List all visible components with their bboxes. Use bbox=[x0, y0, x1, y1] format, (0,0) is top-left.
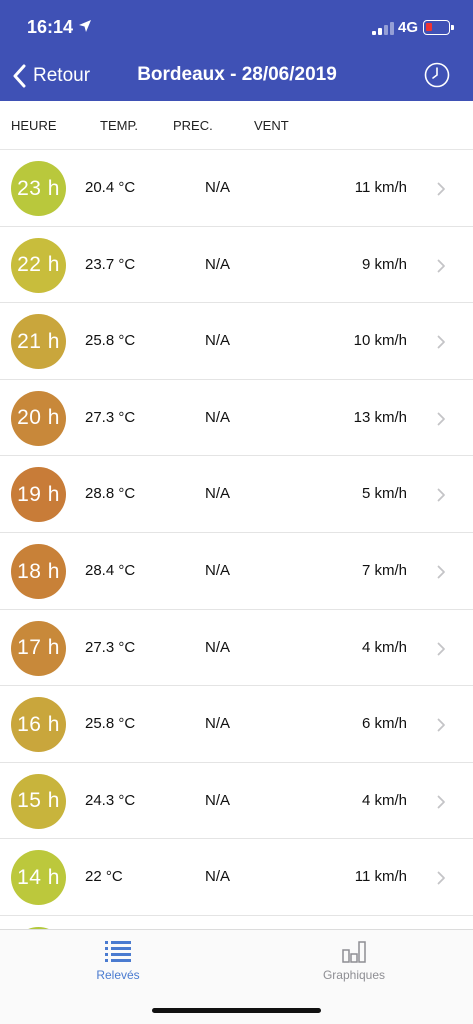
precipitation-value: N/A bbox=[205, 715, 231, 733]
chevron-right-icon bbox=[437, 335, 445, 349]
temperature-value: 28.4 °C bbox=[85, 562, 136, 579]
temperature-value: 28.8 °C bbox=[85, 485, 136, 503]
reading-row[interactable]: 17 h 27.3 °C N/A 4 km/h bbox=[0, 610, 473, 687]
chevron-right-icon bbox=[437, 565, 445, 579]
wind-value: 6 km/h bbox=[361, 715, 407, 733]
hour-badge: 22 h bbox=[11, 237, 66, 293]
wind-value: 11 km/h bbox=[354, 868, 407, 886]
temperature-value: 25.8 °C bbox=[85, 715, 136, 733]
home-indicator bbox=[152, 1008, 321, 1013]
wind-value: 13 km/h bbox=[353, 408, 407, 426]
reading-row[interactable]: 15 h 24.3 °C N/A 4 km/h bbox=[0, 763, 473, 840]
temperature-value: 22 °C bbox=[85, 868, 123, 886]
hour-badge: 23 h bbox=[11, 161, 66, 216]
hour-badge: 19 h bbox=[11, 467, 66, 523]
precipitation-value: N/A bbox=[205, 638, 231, 656]
temperature-value: 20.4 °C bbox=[85, 179, 136, 196]
precipitation-value: N/A bbox=[205, 485, 231, 503]
hour-badge: 16 h bbox=[11, 697, 66, 753]
back-button[interactable]: Retour bbox=[12, 62, 90, 90]
status-time: 16:14 bbox=[27, 17, 74, 37]
status-bar: 16:14 4G bbox=[0, 0, 473, 50]
wind-value: 7 km/h bbox=[361, 562, 407, 579]
chevron-right-icon bbox=[437, 259, 445, 272]
tab-graphiques-label: Graphiques bbox=[322, 968, 386, 982]
page-title: Bordeaux - 28/06/2019 bbox=[137, 64, 337, 85]
readings-list[interactable]: 23 h 20.4 °C N/A 11 km/h 22 h 23.7 °C N/A 9 km/… bbox=[0, 149, 473, 929]
tab-releves[interactable]: Relevés bbox=[48, 938, 188, 982]
chevron-right-icon bbox=[437, 871, 445, 885]
temperature-value: 27.3 °C bbox=[85, 638, 136, 656]
wind-value: 4 km/h bbox=[361, 638, 407, 656]
hour-badge: 15 h bbox=[11, 773, 66, 829]
reading-row[interactable]: 23 h 20.4 °C N/A 11 km/h bbox=[0, 150, 473, 227]
wind-value: 11 km/h bbox=[354, 179, 407, 196]
chevron-right-icon bbox=[437, 488, 445, 502]
network-type: 4G bbox=[398, 19, 419, 36]
precipitation-value: N/A bbox=[205, 868, 231, 886]
hour-badge: 21 h bbox=[11, 314, 66, 370]
temperature-value: 24.3 °C bbox=[85, 791, 136, 809]
signal-icon bbox=[372, 21, 394, 35]
battery-icon bbox=[423, 20, 454, 35]
chevron-right-icon bbox=[437, 718, 445, 732]
column-header-wind: VENT bbox=[254, 118, 289, 133]
clock-icon[interactable] bbox=[424, 62, 450, 88]
wind-value: 9 km/h bbox=[361, 255, 407, 273]
hour-badge: 17 h bbox=[11, 620, 66, 676]
hour-badge: 18 h bbox=[11, 544, 66, 599]
column-header-prec: PREC. bbox=[173, 118, 213, 133]
tab-graphiques[interactable]: Graphiques bbox=[284, 938, 424, 982]
precipitation-value: N/A bbox=[205, 791, 231, 809]
location-arrow-icon bbox=[79, 20, 91, 32]
chevron-right-icon bbox=[437, 795, 445, 809]
temperature-value: 23.7 °C bbox=[85, 255, 136, 273]
reading-row[interactable]: 18 h 28.4 °C N/A 7 km/h bbox=[0, 533, 473, 610]
precipitation-value: N/A bbox=[205, 332, 231, 350]
app-header: 16:14 4G Retour Bordeaux - 28/06/2019 bbox=[0, 0, 473, 101]
wind-value: 10 km/h bbox=[353, 332, 407, 350]
temperature-value: 27.3 °C bbox=[85, 408, 136, 426]
hour-badge: 14 h bbox=[11, 850, 66, 906]
hour-badge: 20 h bbox=[11, 390, 66, 446]
reading-row[interactable]: 21 h 25.8 °C N/A 10 km/h bbox=[0, 303, 473, 380]
column-header-hour: HEURE bbox=[11, 118, 57, 133]
reading-row[interactable]: 22 h 23.7 °C N/A 9 km/h bbox=[0, 227, 473, 304]
column-headers: HEURE TEMP. PREC. VENT bbox=[0, 101, 473, 149]
reading-row[interactable] bbox=[0, 916, 473, 929]
reading-row[interactable]: 16 h 25.8 °C N/A 6 km/h bbox=[0, 686, 473, 763]
temperature-value: 25.8 °C bbox=[85, 332, 136, 350]
wind-value: 5 km/h bbox=[361, 485, 407, 503]
precipitation-value: N/A bbox=[205, 408, 231, 426]
precipitation-value: N/A bbox=[205, 179, 231, 196]
chevron-left-icon bbox=[13, 64, 26, 88]
wind-value: 4 km/h bbox=[361, 791, 407, 809]
navigation-bar: Retour Bordeaux - 28/06/2019 bbox=[0, 50, 473, 101]
chevron-right-icon bbox=[437, 642, 445, 655]
tab-releves-label: Relevés bbox=[96, 968, 140, 982]
back-label: Retour bbox=[33, 65, 91, 86]
bar-chart-icon bbox=[342, 941, 366, 963]
reading-row[interactable]: 19 h 28.8 °C N/A 5 km/h bbox=[0, 456, 473, 533]
precipitation-value: N/A bbox=[205, 562, 231, 579]
precipitation-value: N/A bbox=[205, 255, 231, 273]
list-icon bbox=[105, 941, 131, 962]
column-header-temp: TEMP. bbox=[100, 118, 139, 133]
reading-row[interactable]: 14 h 22 °C N/A 11 km/h bbox=[0, 839, 473, 916]
chevron-right-icon bbox=[437, 412, 445, 426]
chevron-right-icon bbox=[437, 182, 445, 196]
reading-row[interactable]: 20 h 27.3 °C N/A 13 km/h bbox=[0, 380, 473, 457]
